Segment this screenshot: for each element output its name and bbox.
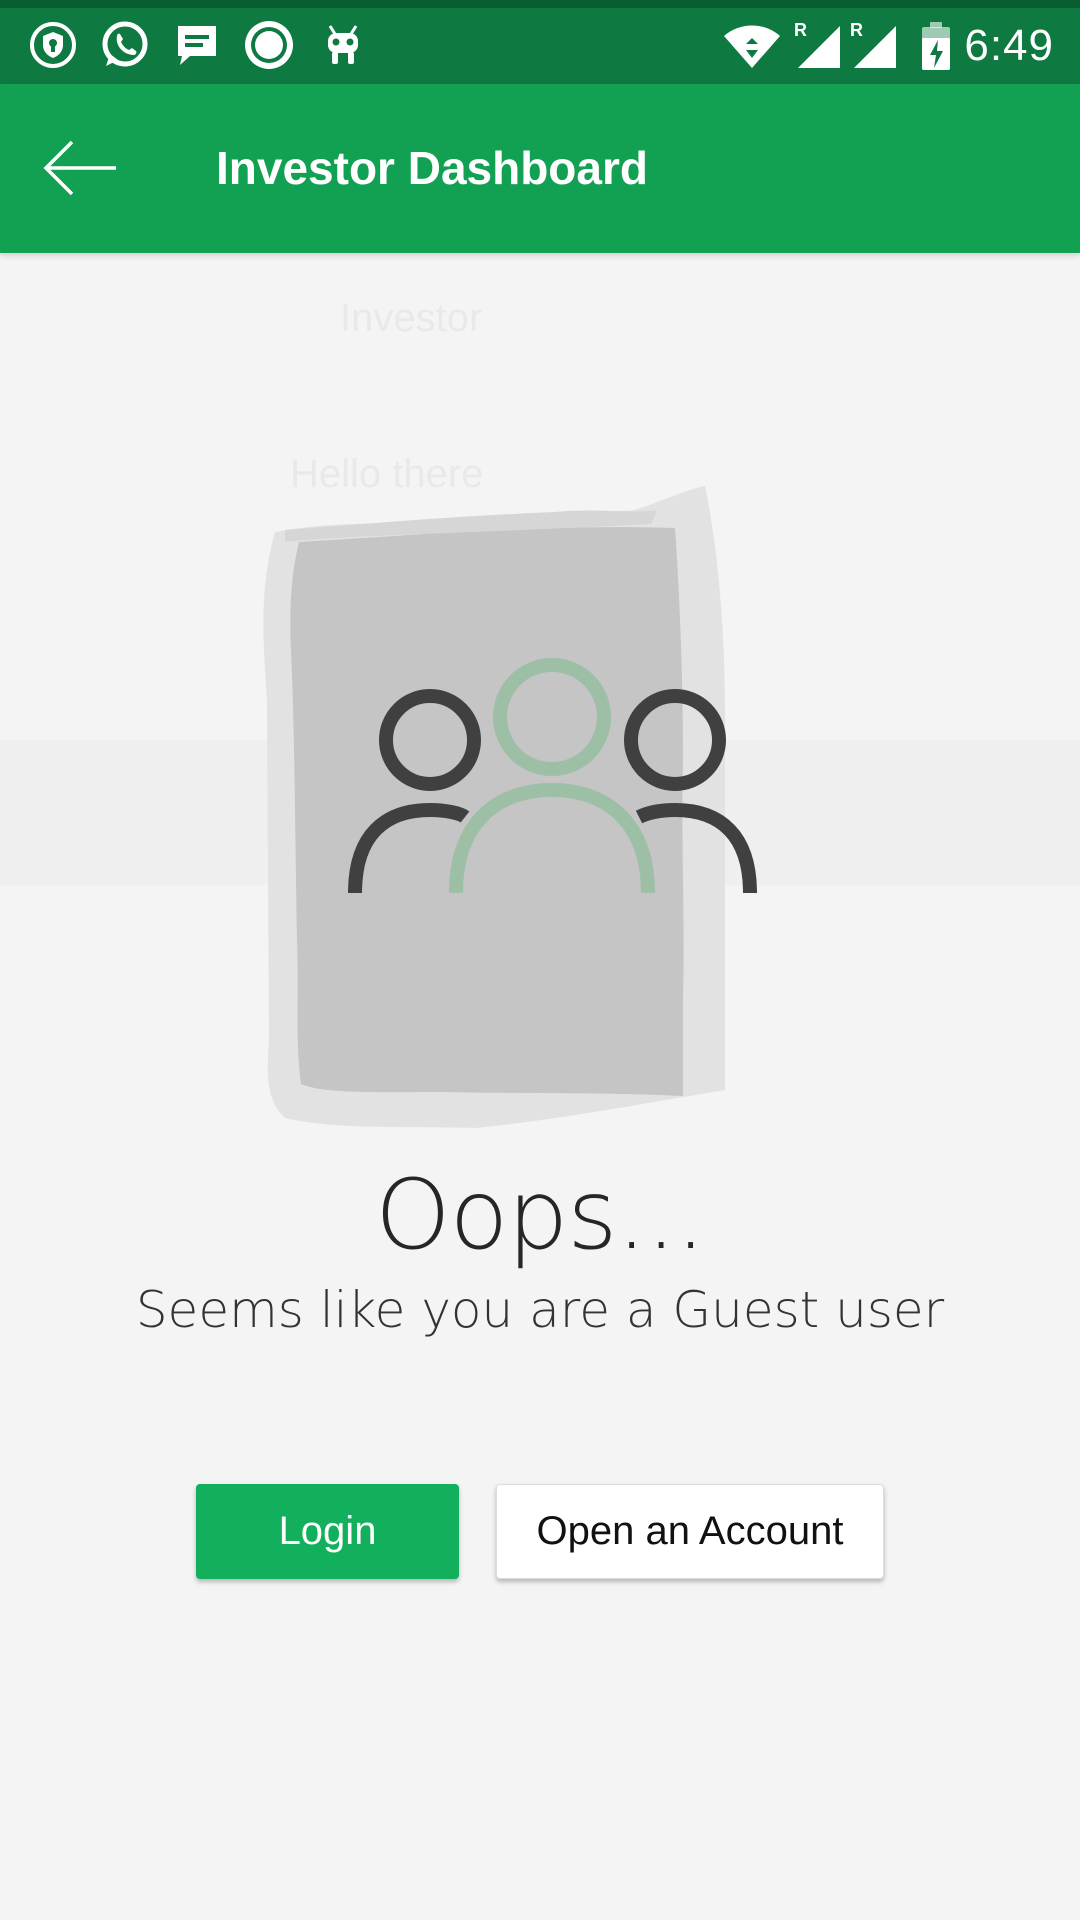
guest-message: Seems like you are a Guest user [135,1281,945,1339]
clock: 6:49 [964,21,1054,70]
faded-heading: Investor [340,296,483,340]
message-icon [178,26,216,65]
app-bar: Investor Dashboard [0,84,1080,253]
status-bar: R R 6:49 [0,0,1080,84]
back-arrow-icon[interactable] [40,132,120,204]
circle-app-icon [245,21,293,69]
android-icon [328,25,358,64]
oops-title: Oops... [375,1159,706,1271]
guest-users-illustration [263,486,757,1128]
wifi-icon [724,25,780,68]
page-title: Investor Dashboard [216,142,648,194]
open-account-button[interactable]: Open an Account [496,1484,884,1579]
signal-icon: R [850,20,896,68]
shield-icon [30,22,76,68]
signal-icon: R [794,20,840,68]
whatsapp-icon [102,21,148,67]
svg-text:R: R [850,20,863,40]
battery-charging-icon [922,22,950,70]
login-button[interactable]: Login [196,1484,459,1579]
svg-text:R: R [794,20,807,40]
